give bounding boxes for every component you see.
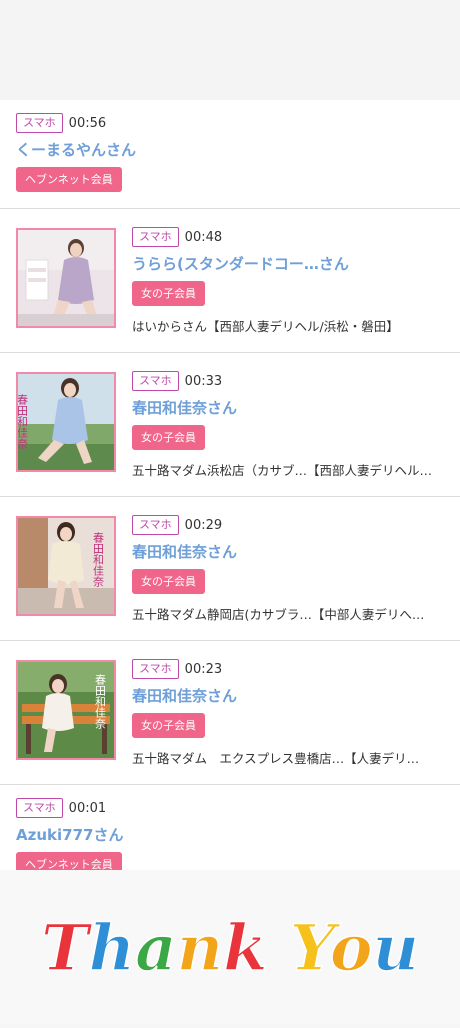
profile-thumbnail[interactable]: 春田和佳奈 bbox=[16, 516, 116, 616]
shop-name-link[interactable]: 五十路マダム浜松店（カサブ…【西部人妻デリヘル… bbox=[132, 460, 444, 479]
profile-thumbnail[interactable] bbox=[16, 228, 116, 328]
list-item[interactable]: スマホ 00:56 くーまるやんさん ヘブンネット会員 bbox=[0, 100, 460, 209]
visitor-name-link[interactable]: 春田和佳奈さん bbox=[132, 397, 444, 419]
profile-thumbnail[interactable]: 春田和佳奈 bbox=[16, 372, 116, 472]
shop-name-link[interactable]: はいからさん【西部人妻デリヘル/浜松・磐田】 bbox=[132, 316, 444, 335]
shop-name-link[interactable]: 五十路マダム エクスプレス豊橋店…【人妻デリ… bbox=[132, 748, 444, 767]
shop-name-link[interactable]: 五十路マダム静岡店(カサブラ…【中部人妻デリへ… bbox=[132, 604, 444, 623]
member-badge: 女の子会員 bbox=[132, 425, 205, 450]
visit-time: 00:01 bbox=[68, 800, 107, 816]
thank-you-text: Thank You bbox=[41, 911, 419, 986]
device-tag: スマホ bbox=[132, 515, 179, 535]
profile-thumbnail[interactable]: 春田和佳奈 bbox=[16, 660, 116, 760]
visit-time: 00:29 bbox=[184, 517, 223, 533]
list-item[interactable]: 春田和佳奈 スマホ 00:23 春田和佳奈さん 女の子会員 五十路マダム エクス… bbox=[0, 641, 460, 785]
visit-time: 00:56 bbox=[68, 115, 107, 131]
list-item[interactable]: スマホ 00:48 うらら(スタンダードコー…さん 女の子会員 はいからさん【西… bbox=[0, 209, 460, 353]
device-tag: スマホ bbox=[132, 659, 179, 679]
visit-time: 00:23 bbox=[184, 661, 223, 677]
device-tag: スマホ bbox=[16, 798, 63, 818]
thank-you-footer: Thank You bbox=[0, 870, 460, 1024]
device-tag: スマホ bbox=[132, 371, 179, 391]
member-badge: 女の子会員 bbox=[132, 569, 205, 594]
visitor-name-link[interactable]: Azuki777さん bbox=[16, 824, 444, 846]
visitor-name-link[interactable]: うらら(スタンダードコー…さん bbox=[132, 253, 444, 275]
thumb-caption: 春田和佳奈 bbox=[18, 394, 29, 449]
visitor-list: スマホ 00:56 くーまるやんさん ヘブンネット会員 スマホ 00:48 うら… bbox=[0, 100, 460, 897]
visitor-name-link[interactable]: 春田和佳奈さん bbox=[132, 685, 444, 707]
device-tag: スマホ bbox=[132, 227, 179, 247]
list-item[interactable]: 春田和佳奈 スマホ 00:33 春田和佳奈さん 女の子会員 五十路マダム浜松店（… bbox=[0, 353, 460, 497]
visit-time: 00:33 bbox=[184, 373, 223, 389]
thank-you-graphic: Thank You bbox=[40, 910, 420, 987]
visitor-name-link[interactable]: くーまるやんさん bbox=[16, 139, 444, 161]
thumb-caption: 春田和佳奈 bbox=[92, 532, 105, 587]
top-blank-area bbox=[0, 0, 460, 100]
member-badge: 女の子会員 bbox=[132, 281, 205, 306]
visitor-name-link[interactable]: 春田和佳奈さん bbox=[132, 541, 444, 563]
thumb-caption: 春田和佳奈 bbox=[94, 674, 107, 729]
list-item[interactable]: 春田和佳奈 スマホ 00:29 春田和佳奈さん 女の子会員 五十路マダム静岡店(… bbox=[0, 497, 460, 641]
member-badge: ヘブンネット会員 bbox=[16, 167, 122, 192]
visit-time: 00:48 bbox=[184, 229, 223, 245]
device-tag: スマホ bbox=[16, 113, 63, 133]
member-badge: 女の子会員 bbox=[132, 713, 205, 738]
